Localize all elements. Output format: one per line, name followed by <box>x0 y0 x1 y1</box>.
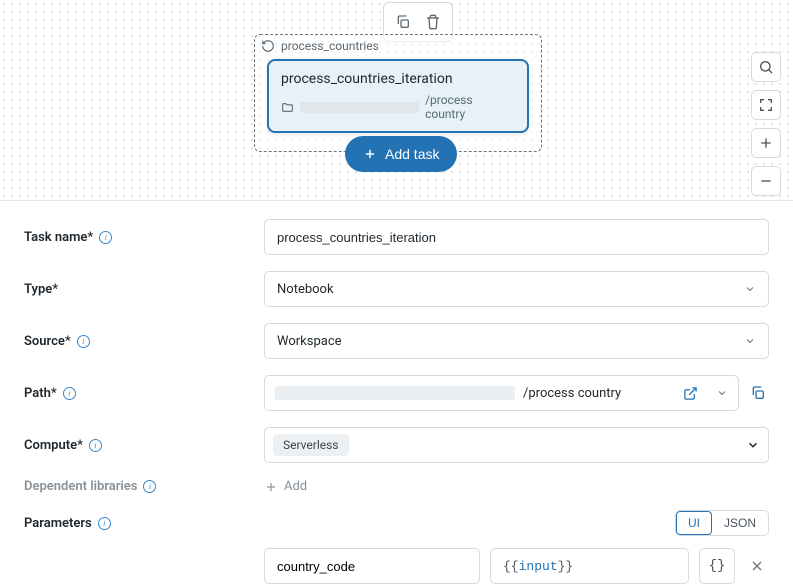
search-icon <box>758 59 774 75</box>
redacted-path <box>275 386 515 400</box>
open-external-button[interactable] <box>683 386 698 401</box>
type-value: Notebook <box>277 282 334 297</box>
minus-icon <box>758 173 774 189</box>
param-expand-button[interactable]: {} <box>699 548 735 584</box>
fullscreen-button[interactable] <box>751 90 781 120</box>
path-input[interactable]: /process country <box>264 375 739 411</box>
fullscreen-icon <box>758 97 774 113</box>
path-label: Path* i <box>24 386 264 401</box>
delete-button[interactable] <box>418 7 448 37</box>
info-icon[interactable]: i <box>98 517 111 530</box>
chevron-down-icon <box>744 283 756 295</box>
loop-name: process_countries <box>281 39 379 53</box>
compute-label: Compute* i <box>24 438 264 453</box>
compute-chip: Serverless <box>273 434 349 456</box>
canvas-controls <box>751 52 781 196</box>
canvas[interactable]: process_countries process_countries_iter… <box>0 0 793 200</box>
info-icon[interactable]: i <box>63 387 76 400</box>
param-key-input[interactable] <box>264 548 480 584</box>
chevron-down-icon <box>746 438 760 452</box>
task-card-path: /process country <box>281 93 515 121</box>
external-link-icon <box>683 386 698 401</box>
duplicate-button[interactable] <box>388 7 418 37</box>
task-name-input[interactable] <box>264 219 769 255</box>
params-json-toggle[interactable]: JSON <box>712 511 768 535</box>
copy-icon <box>395 14 411 30</box>
info-icon[interactable]: i <box>99 231 112 244</box>
plus-icon <box>758 135 774 151</box>
plus-icon <box>363 147 377 161</box>
param-value-input[interactable]: {{input}} <box>490 548 689 584</box>
add-library-button[interactable]: Add <box>264 479 769 494</box>
add-task-button[interactable]: Add task <box>345 136 457 172</box>
source-value: Workspace <box>277 334 342 349</box>
form: Task name* i Type* Notebook Source* i Wo… <box>0 200 793 584</box>
source-label: Source* i <box>24 334 264 349</box>
task-name-label: Task name* i <box>24 230 264 245</box>
dep-libs-label: Dependent libraries i <box>24 479 264 494</box>
params-mode-toggle: UI JSON <box>675 510 769 536</box>
chevron-down-icon <box>744 335 756 347</box>
type-select[interactable]: Notebook <box>264 271 769 307</box>
compute-select[interactable]: Serverless <box>264 427 769 463</box>
add-label: Add <box>284 479 307 494</box>
info-icon[interactable]: i <box>143 480 156 493</box>
loop-container[interactable]: process_countries process_countries_iter… <box>254 34 542 152</box>
copy-path-button[interactable] <box>747 382 769 404</box>
info-icon[interactable]: i <box>77 335 90 348</box>
params-ui-toggle[interactable]: UI <box>676 511 712 535</box>
copy-icon <box>750 385 766 401</box>
task-card-path-suffix: /process country <box>425 93 515 121</box>
task-card[interactable]: process_countries_iteration /process cou… <box>267 59 529 133</box>
redacted-path <box>300 102 419 113</box>
trash-icon <box>425 14 441 30</box>
zoom-out-button[interactable] <box>751 166 781 196</box>
refresh-icon <box>261 39 275 53</box>
param-remove-button[interactable] <box>745 554 769 578</box>
parameters-label: Parameters i <box>24 516 264 531</box>
close-icon <box>749 558 765 574</box>
loop-label: process_countries <box>261 39 535 53</box>
chevron-down-icon <box>716 387 728 399</box>
zoom-in-button[interactable] <box>751 128 781 158</box>
search-button[interactable] <box>751 52 781 82</box>
source-select[interactable]: Workspace <box>264 323 769 359</box>
type-label: Type* <box>24 282 264 297</box>
add-task-label: Add task <box>385 146 439 162</box>
plus-icon <box>264 480 278 494</box>
info-icon[interactable]: i <box>89 439 102 452</box>
path-suffix: /process country <box>523 386 621 401</box>
folder-icon <box>281 101 294 114</box>
task-card-title: process_countries_iteration <box>281 71 515 87</box>
